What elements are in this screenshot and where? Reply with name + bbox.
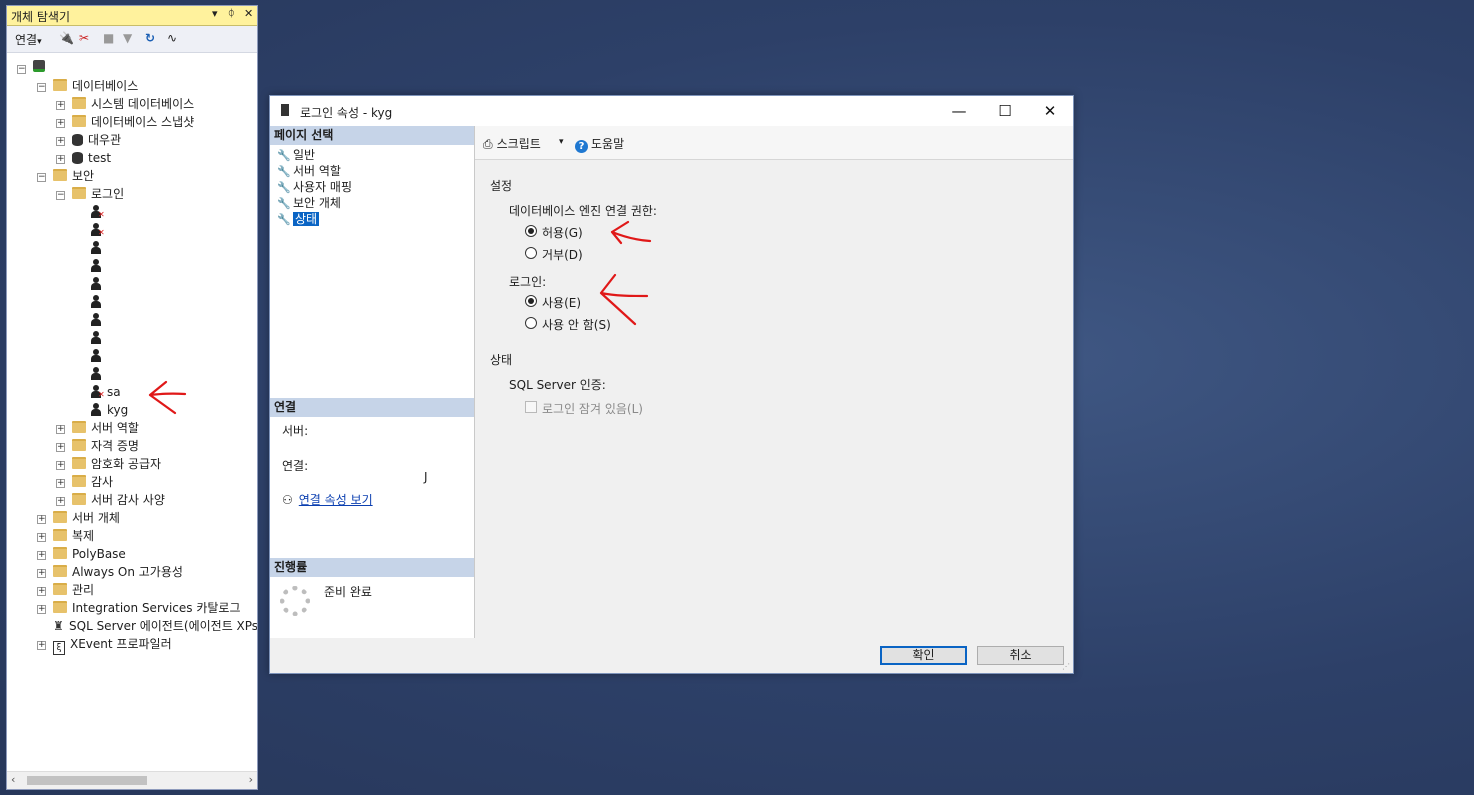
annotation-arrow-grant [610,220,652,245]
annotation-arrow-kyg [148,380,187,415]
annotation-arrow-login [599,273,649,326]
annotation-overlay [148,220,652,415]
